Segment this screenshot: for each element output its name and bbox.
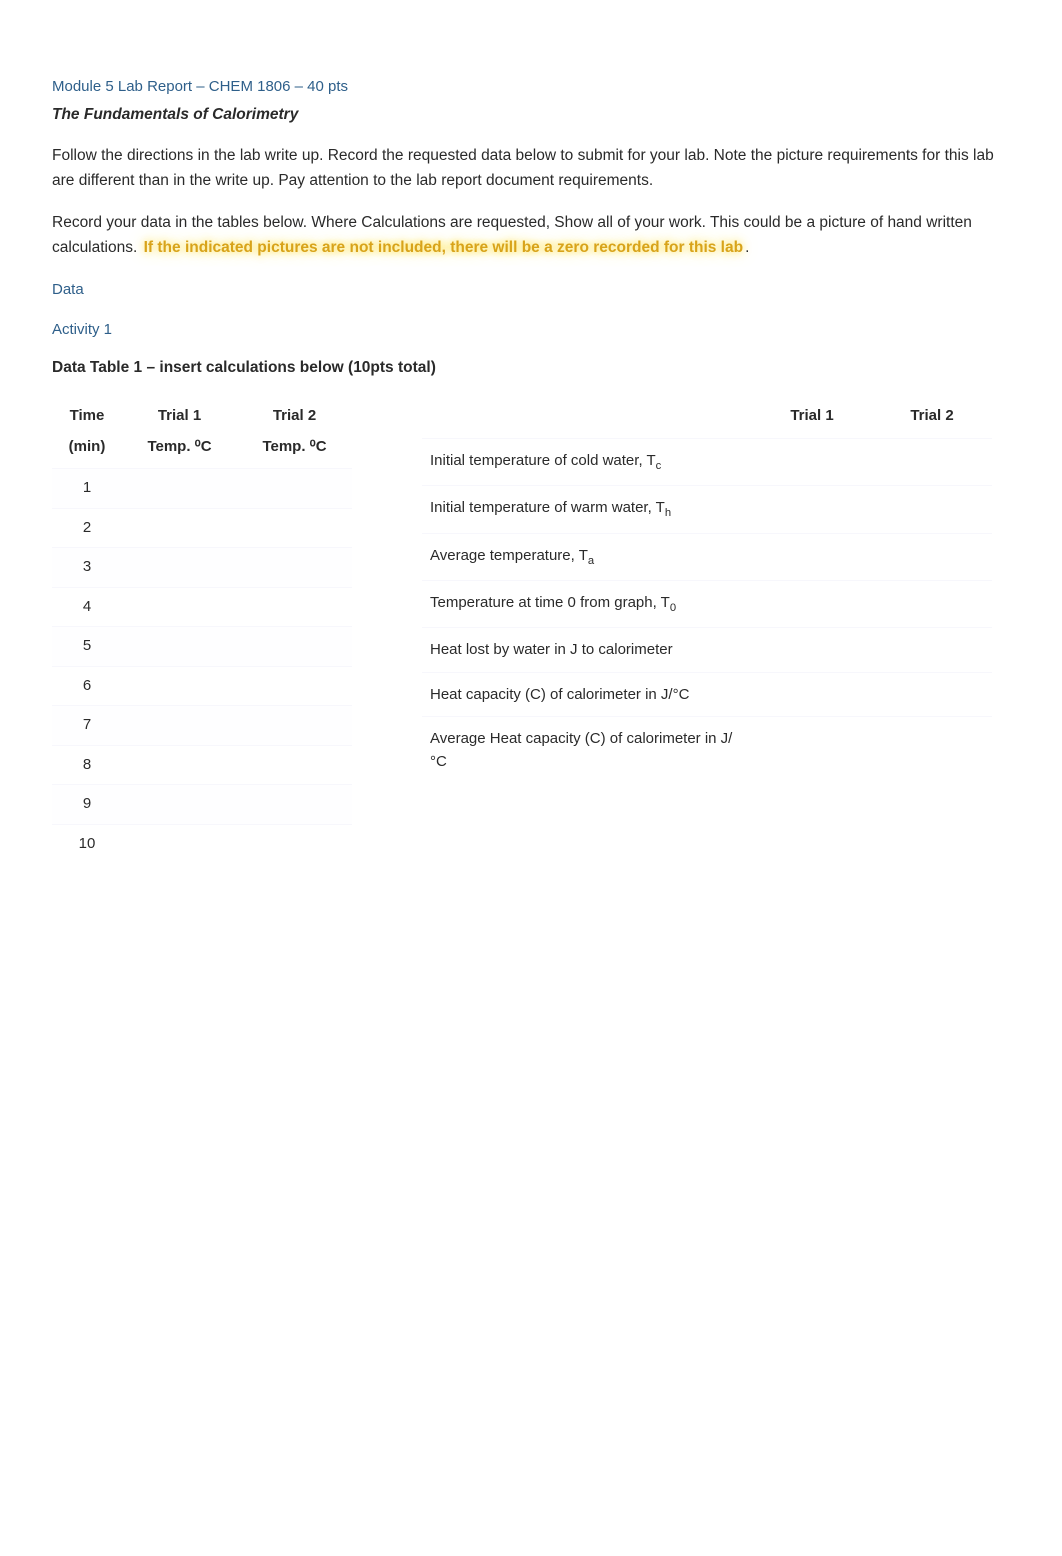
table-row: 10: [52, 824, 352, 863]
time-cell: 6: [52, 666, 122, 706]
calc-label-cell: Heat capacity (C) of calorimeter in J/°C: [422, 672, 752, 716]
trial1-cell[interactable]: [122, 706, 237, 746]
trial2-cell[interactable]: [237, 469, 352, 509]
th-time: Time: [52, 397, 122, 432]
th-trial1: Trial 1: [122, 397, 237, 432]
time-cell: 1: [52, 469, 122, 509]
trial1-cell[interactable]: [122, 469, 237, 509]
tables-container: Time Trial 1 Trial 2 (min) Temp. ⁰C Temp…: [52, 397, 1010, 863]
calc-trial1-cell[interactable]: [752, 486, 872, 533]
calc-trial1-cell[interactable]: [752, 716, 872, 783]
table-row: 1: [52, 469, 352, 509]
trial2-cell[interactable]: [237, 824, 352, 863]
time-cell: 2: [52, 508, 122, 548]
module-title: Module 5 Lab Report – CHEM 1806 – 40 pts: [52, 76, 1010, 99]
time-table: Time Trial 1 Trial 2 (min) Temp. ⁰C Temp…: [52, 397, 352, 863]
trial2-cell[interactable]: [237, 587, 352, 627]
calc-trial2-cell[interactable]: [872, 438, 992, 485]
time-cell: 7: [52, 706, 122, 746]
time-cell: 3: [52, 548, 122, 588]
table-row: Heat lost by water in J to calorimeter: [422, 628, 992, 672]
calc-label-cell: Temperature at time 0 from graph, T0: [422, 581, 752, 628]
table-row: Average Heat capacity (C) of calorimeter…: [422, 716, 992, 783]
trial2-cell[interactable]: [237, 508, 352, 548]
table-row: 3: [52, 548, 352, 588]
trial1-cell[interactable]: [122, 587, 237, 627]
trial2-cell[interactable]: [237, 785, 352, 825]
period-2: .: [745, 239, 749, 256]
th-calc-trial1: Trial 1: [752, 397, 872, 438]
warning-text: If the indicated pictures are not includ…: [142, 238, 745, 257]
table-row: Initial temperature of cold water, Tc: [422, 438, 992, 485]
th-t1unit: Temp. ⁰C: [122, 432, 237, 469]
intro-paragraph-2: Record your data in the tables below. Wh…: [52, 211, 1010, 261]
table-row: 6: [52, 666, 352, 706]
section-data-heading: Data: [52, 279, 1010, 302]
table-row: Temperature at time 0 from graph, T0: [422, 581, 992, 628]
table-row: 5: [52, 627, 352, 667]
th-min: (min): [52, 432, 122, 469]
calc-trial2-cell[interactable]: [872, 581, 992, 628]
th-t2unit: Temp. ⁰C: [237, 432, 352, 469]
table-row: Average temperature, Ta: [422, 533, 992, 580]
trial1-cell[interactable]: [122, 508, 237, 548]
trial1-cell[interactable]: [122, 627, 237, 667]
th-trial2: Trial 2: [237, 397, 352, 432]
trial1-cell[interactable]: [122, 785, 237, 825]
calc-trial2-cell[interactable]: [872, 533, 992, 580]
trial2-cell[interactable]: [237, 627, 352, 667]
calc-trial1-cell[interactable]: [752, 581, 872, 628]
th-blank: [422, 397, 752, 438]
period-1: .: [133, 239, 142, 256]
time-cell: 8: [52, 745, 122, 785]
time-table-body: 12345678910: [52, 469, 352, 864]
calc-label-cell: Initial temperature of warm water, Th: [422, 486, 752, 533]
calc-trial1-cell[interactable]: [752, 438, 872, 485]
calc-table-body: Initial temperature of cold water, TcIni…: [422, 438, 992, 783]
time-cell: 10: [52, 824, 122, 863]
activity-1-heading: Activity 1: [52, 319, 1010, 342]
time-cell: 5: [52, 627, 122, 667]
time-cell: 4: [52, 587, 122, 627]
trial2-cell[interactable]: [237, 666, 352, 706]
table-row: 8: [52, 745, 352, 785]
calc-label-cell: Initial temperature of cold water, Tc: [422, 438, 752, 485]
calc-label-cell: Average Heat capacity (C) of calorimeter…: [422, 716, 752, 783]
table-row: 7: [52, 706, 352, 746]
calc-table: Trial 1 Trial 2 Initial temperature of c…: [422, 397, 992, 783]
time-cell: 9: [52, 785, 122, 825]
table-row: 9: [52, 785, 352, 825]
trial2-cell[interactable]: [237, 548, 352, 588]
trial1-cell[interactable]: [122, 548, 237, 588]
table-row: Heat capacity (C) of calorimeter in J/°C: [422, 672, 992, 716]
th-calc-trial2: Trial 2: [872, 397, 992, 438]
calc-trial1-cell[interactable]: [752, 672, 872, 716]
trial2-cell[interactable]: [237, 706, 352, 746]
table-row: Initial temperature of warm water, Th: [422, 486, 992, 533]
calc-label-cell: Average temperature, Ta: [422, 533, 752, 580]
data-table-1-caption: Data Table 1 – insert calculations below…: [52, 356, 1010, 379]
table-row: 4: [52, 587, 352, 627]
trial1-cell[interactable]: [122, 666, 237, 706]
calc-trial1-cell[interactable]: [752, 628, 872, 672]
calc-label-cell: Heat lost by water in J to calorimeter: [422, 628, 752, 672]
calc-trial2-cell[interactable]: [872, 672, 992, 716]
calc-trial2-cell[interactable]: [872, 628, 992, 672]
table-row: 2: [52, 508, 352, 548]
trial1-cell[interactable]: [122, 745, 237, 785]
trial2-cell[interactable]: [237, 745, 352, 785]
lab-subtitle: The Fundamentals of Calorimetry: [52, 103, 1010, 126]
calc-trial2-cell[interactable]: [872, 716, 992, 783]
calc-trial2-cell[interactable]: [872, 486, 992, 533]
intro-paragraph-1: Follow the directions in the lab write u…: [52, 144, 1010, 194]
calc-trial1-cell[interactable]: [752, 533, 872, 580]
trial1-cell[interactable]: [122, 824, 237, 863]
